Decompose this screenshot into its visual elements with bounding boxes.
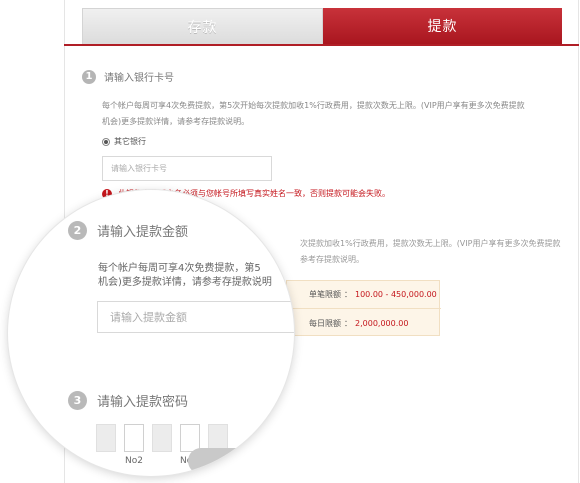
step3-header: 3 请输入提款密码: [68, 391, 188, 410]
other-bank-radio-row[interactable]: 其它银行: [102, 136, 146, 147]
submit-button[interactable]: [188, 448, 272, 474]
limit-tooltip: 单笔限额 ： 100.00 - 450,000.00 每日限额 ： 2,000,…: [286, 280, 441, 337]
single-limit-value: 100.00 - 450,000.00: [355, 290, 437, 299]
step2-desc-partial-line1: 次提款加收1%行政费用，提款次数无上限。(VIP用户享有更多次免费提款: [300, 239, 561, 248]
withdraw-amount-input[interactable]: 请输入提款金额: [97, 301, 294, 333]
step2-title: 请输入提款金额: [97, 225, 189, 240]
step1-description: 每个帐户每周可享4次免费提款，第5次开始每次提款加收1%行政费用，提款次数无上限…: [102, 98, 525, 130]
step3-number: 3: [68, 391, 87, 410]
step2-desc-line2: 机会)更多提款详情，请参考存提款说明: [98, 277, 272, 288]
tab-withdraw[interactable]: 提款: [323, 8, 562, 44]
tab-underline: [64, 44, 579, 46]
magnifier-content: 2 请输入提款金额 每个帐户每周可享4次免费提款，第5 机会)更多提款详情，请参…: [8, 190, 294, 476]
daily-limit-label: 每日限额: [309, 318, 341, 328]
single-limit-colon: ：: [344, 290, 352, 299]
step2-number: 2: [68, 221, 87, 240]
daily-limit-value: 2,000,000.00: [355, 318, 409, 328]
magnifier-lens: 2 请输入提款金额 每个帐户每周可享4次免费提款，第5 机会)更多提款详情，请参…: [8, 190, 294, 476]
password-box-2[interactable]: [124, 424, 144, 452]
daily-limit-colon: ：: [344, 318, 352, 328]
other-bank-label: 其它银行: [114, 137, 146, 146]
tab-deposit[interactable]: 存款: [82, 8, 323, 44]
step1-desc-line1: 每个帐户每周可享4次免费提款，第5次开始每次提款加收1%行政费用，提款次数无上限…: [102, 101, 525, 110]
step2-description: 每个帐户每周可享4次免费提款，第5 机会)更多提款详情，请参考存提款说明: [98, 262, 272, 290]
step2-desc-line1: 每个帐户每周可享4次免费提款，第5: [98, 263, 261, 274]
daily-limit-row: 每日限额 ： 2,000,000.00: [287, 309, 441, 337]
step1-desc-line2: 机会)更多提款详情，请参考存提款说明。: [102, 117, 250, 126]
step2-desc-partial-line2: 参考存提款说明。: [300, 255, 364, 264]
tab-bar: 存款 提款: [82, 8, 562, 44]
password-label-no2: No2: [125, 456, 143, 466]
step2-desc-partial: 次提款加收1%行政费用，提款次数无上限。(VIP用户享有更多次免费提款 参考存提…: [300, 236, 560, 268]
step2-header: 2 请输入提款金额: [68, 221, 188, 240]
single-limit-label: 单笔限额: [309, 290, 341, 299]
single-limit-row: 单笔限额 ： 100.00 - 450,000.00: [287, 281, 441, 309]
password-box-3[interactable]: [152, 424, 172, 452]
step1-header: 1 请输入银行卡号: [82, 69, 174, 84]
step1-title: 请输入银行卡号: [104, 73, 174, 84]
step1-number: 1: [82, 69, 96, 84]
card-number-input[interactable]: 请输入银行卡号: [102, 156, 272, 181]
step3-title: 请输入提款密码: [97, 395, 189, 410]
password-box-1[interactable]: [96, 424, 116, 452]
radio-icon[interactable]: [102, 137, 110, 146]
